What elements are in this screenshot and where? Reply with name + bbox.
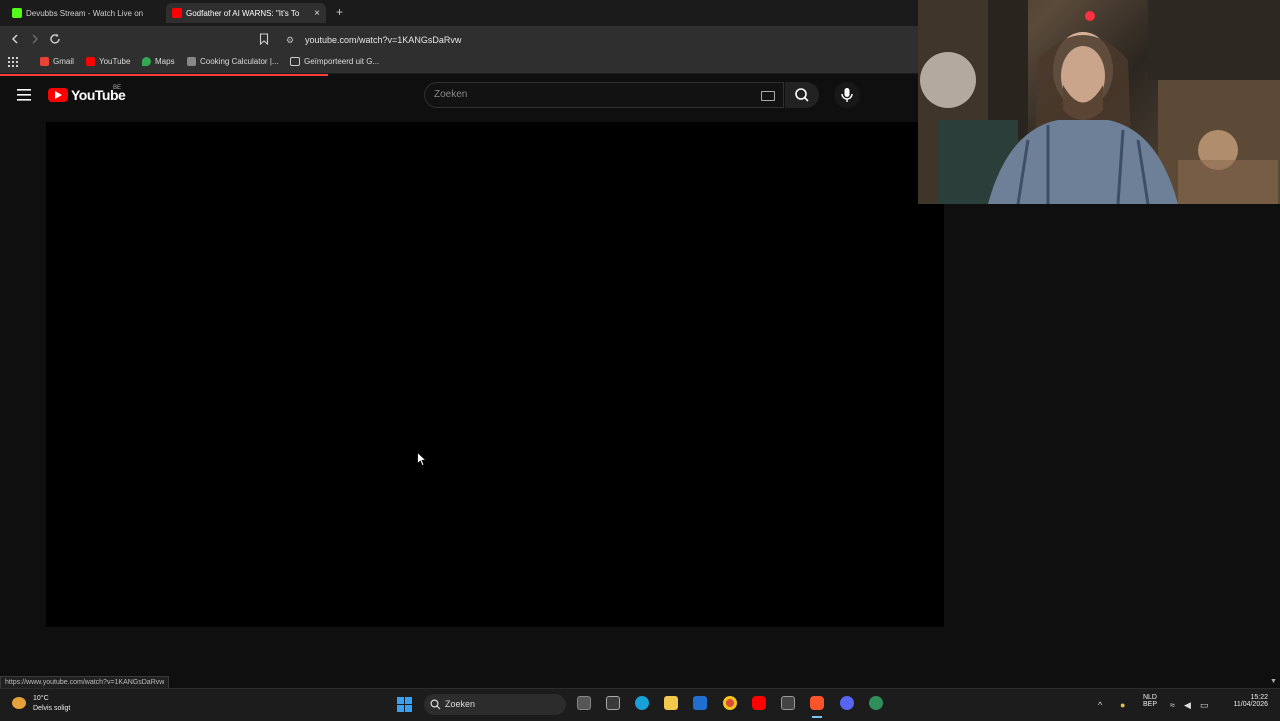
file-explorer-icon[interactable] (664, 696, 678, 710)
outlook-icon[interactable] (693, 696, 707, 710)
webcam-image (918, 0, 1280, 204)
gmail-icon (40, 57, 49, 66)
store-icon[interactable] (606, 696, 620, 710)
weather-description[interactable]: Delvis soligt (33, 705, 70, 712)
reload-button[interactable] (48, 32, 62, 46)
language-code: NLD (1142, 694, 1157, 701)
bookmark-icon[interactable] (259, 33, 269, 45)
bookmark-label: Geïmporteerd uit G... (304, 57, 380, 66)
mouse-cursor-icon (417, 452, 427, 467)
bookmark-label: YouTube (99, 57, 131, 66)
search-button[interactable] (785, 82, 819, 108)
active-app-indicator (812, 716, 822, 718)
tab-devubbs-stream[interactable]: Devubbs Stream - Watch Live on (6, 3, 156, 23)
search-icon (430, 699, 441, 710)
arrow-right-icon (32, 34, 39, 44)
youtube-logo-icon[interactable] (48, 88, 68, 102)
system-clock[interactable]: 15:22 11/04/2026 (1224, 694, 1268, 708)
keyboard-icon[interactable] (761, 91, 775, 101)
chevron-up-icon[interactable]: ^ (1098, 700, 1102, 710)
tab-title: Godfather of AI WARNS: "It's To (186, 8, 300, 18)
search-placeholder: Zoeken (434, 89, 468, 100)
microphone-in-use-icon[interactable]: ● (1120, 700, 1125, 710)
bookmark-folder-imported[interactable]: Geïmporteerd uit G... (290, 57, 379, 66)
hamburger-menu-icon[interactable] (17, 89, 31, 101)
wifi-icon[interactable]: ≈ (1170, 700, 1175, 710)
close-tab-icon[interactable]: × (314, 8, 320, 19)
battery-icon[interactable]: ▭ (1200, 700, 1209, 711)
bookmark-cooking-calculator[interactable]: Cooking Calculator |... (187, 57, 279, 66)
bookmark-label: Cooking Calculator |... (200, 57, 279, 66)
bookmark-label: Gmail (53, 57, 74, 66)
reload-icon (50, 33, 60, 44)
address-bar[interactable]: youtube.com/watch?v=1KANGsDaRvw (305, 35, 461, 45)
keyboard-layout: BEP (1142, 701, 1157, 708)
video-player[interactable] (46, 122, 944, 627)
windows-start-icon[interactable] (397, 697, 412, 712)
weather-icon[interactable] (12, 697, 26, 709)
bookmark-youtube[interactable]: YouTube (86, 57, 130, 66)
app-icon[interactable] (869, 696, 883, 710)
bookmark-gmail[interactable]: Gmail (40, 57, 74, 66)
input-language[interactable]: NLD BEP (1140, 694, 1160, 708)
taskbar-search-label: Zoeken (445, 699, 476, 709)
bookmarks-bar (0, 53, 920, 74)
folder-icon (290, 57, 300, 66)
weather-temperature[interactable]: 10°C (33, 695, 49, 702)
webcam-overlay (918, 0, 1280, 204)
clock-date: 11/04/2026 (1233, 701, 1268, 708)
youtube-favicon-icon (172, 8, 182, 18)
country-code: BE (113, 85, 122, 91)
bookmark-maps[interactable]: Maps (142, 57, 175, 66)
kick-icon (12, 8, 22, 18)
forward-button[interactable] (28, 32, 42, 46)
volume-icon[interactable]: ◀ (1184, 700, 1191, 711)
new-tab-button[interactable]: + (336, 5, 343, 19)
back-button[interactable] (8, 32, 22, 46)
voice-search-button[interactable] (834, 82, 860, 108)
task-view-icon[interactable] (577, 696, 591, 710)
search-icon (795, 88, 809, 102)
discord-icon[interactable] (840, 696, 854, 710)
search-input[interactable] (424, 82, 784, 108)
microphone-icon (841, 88, 853, 102)
youtube-icon (86, 57, 95, 66)
maps-pin-icon (142, 57, 151, 66)
site-info-icon[interactable]: ⚙ (286, 35, 294, 46)
apps-icon[interactable] (8, 57, 18, 67)
youtube-app-icon[interactable] (752, 696, 766, 710)
arrow-left-icon (11, 34, 18, 44)
tab-youtube-video[interactable]: Godfather of AI WARNS: "It's To × (166, 3, 326, 23)
calculator-icon[interactable] (781, 696, 795, 710)
scroll-down-arrow-icon[interactable]: ▼ (1270, 678, 1277, 685)
edge-icon[interactable] (635, 696, 649, 710)
chrome-icon[interactable] (723, 696, 737, 710)
tab-title: Devubbs Stream - Watch Live on (26, 8, 144, 18)
calculator-site-icon (187, 57, 196, 66)
clock-time: 15:22 (1250, 694, 1268, 701)
bookmark-label: Maps (155, 57, 175, 66)
brave-browser-icon[interactable] (810, 696, 824, 710)
